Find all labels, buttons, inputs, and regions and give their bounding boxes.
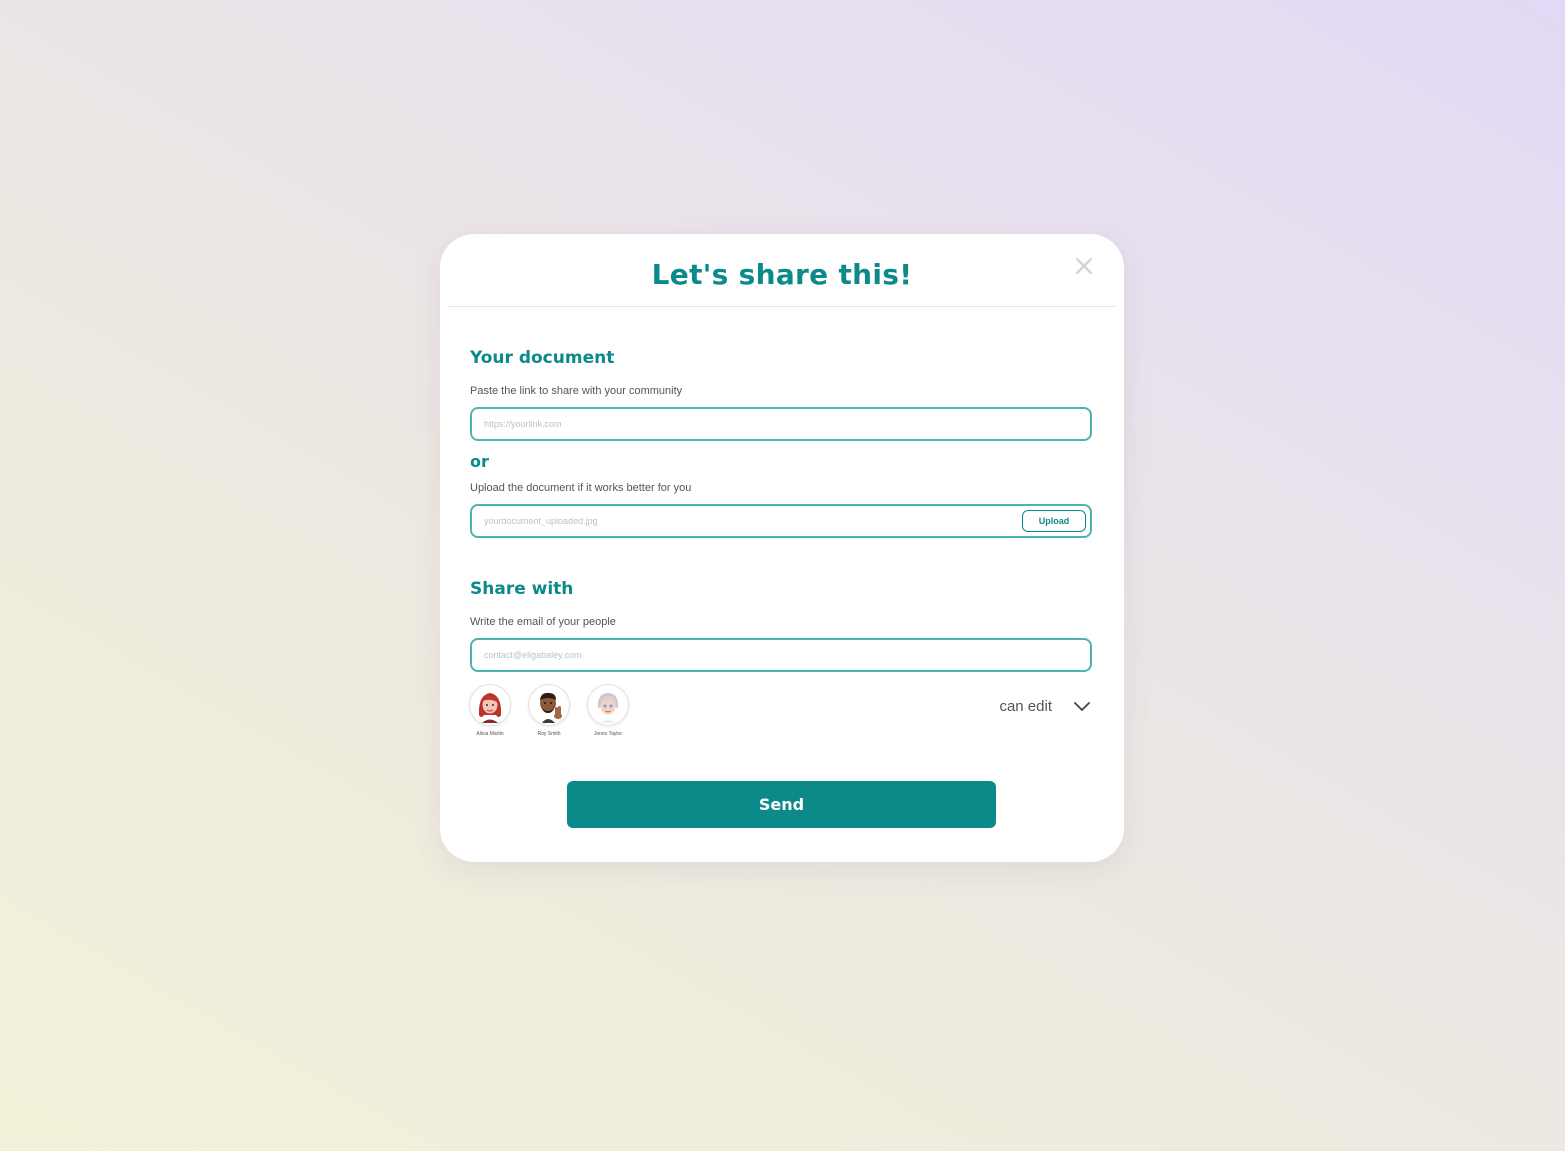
person-name: Jones Taylor (594, 731, 622, 737)
close-button[interactable] (1074, 256, 1094, 276)
close-icon (1075, 257, 1093, 275)
share-dialog: Let's share this! Your document Paste th… (440, 234, 1124, 862)
permission-label: can edit (999, 698, 1052, 715)
your-document-heading: Your document (470, 348, 615, 368)
share-with-heading: Share with (470, 579, 574, 599)
upload-field: Upload (470, 504, 1092, 538)
red-hair-woman-avatar (469, 684, 511, 726)
chevron-down-icon (1074, 701, 1090, 711)
grey-hair-woman-avatar (587, 684, 629, 726)
link-helper-text: Paste the link to share with your commun… (470, 385, 683, 397)
person-name: Roy Smith (537, 731, 561, 737)
man-peace-sign-avatar (528, 684, 570, 726)
link-field (470, 407, 1092, 441)
upload-helper-text: Upload the document if it works better f… (470, 482, 692, 494)
dialog-title: Let's share this! (651, 258, 913, 291)
header-divider (448, 306, 1116, 307)
email-input[interactable] (472, 640, 1090, 670)
permission-dropdown[interactable]: can edit (999, 698, 1090, 715)
person-name: Alicia Martin (476, 731, 504, 737)
email-field (470, 638, 1092, 672)
email-helper-text: Write the email of your people (470, 616, 616, 628)
person-alicia-martin[interactable]: Alicia Martin (468, 684, 512, 737)
person-roy-smith[interactable]: Roy Smith (527, 684, 571, 737)
send-button[interactable]: Send (567, 781, 996, 828)
upload-filename-input[interactable] (472, 506, 1012, 536)
or-label: or (470, 452, 489, 471)
upload-button[interactable]: Upload (1022, 510, 1086, 532)
link-input[interactable] (472, 409, 1090, 439)
person-jones-taylor[interactable]: Jones Taylor (586, 684, 630, 737)
